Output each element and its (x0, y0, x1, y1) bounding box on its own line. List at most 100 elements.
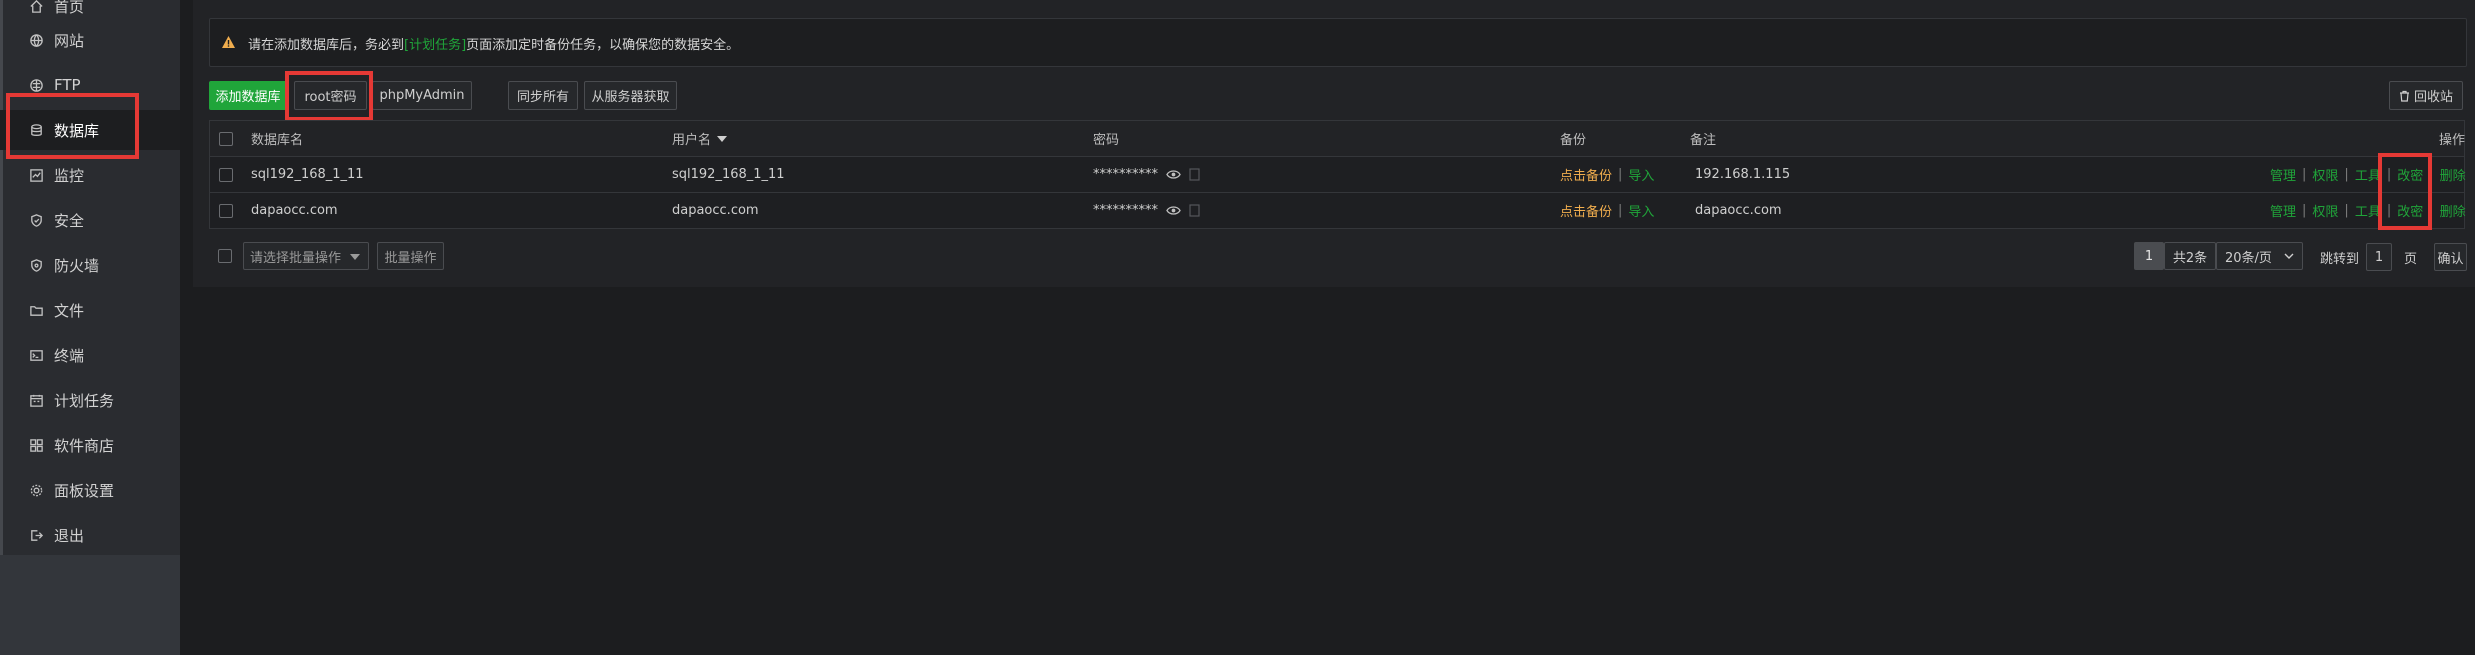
separator: | (2302, 203, 2307, 218)
warning-icon (221, 35, 236, 53)
sidebar-item-security[interactable]: 安全 (0, 200, 180, 240)
recycle-bin-label: 回收站 (2413, 90, 2453, 105)
db-name-cell[interactable]: dapaocc.com (251, 193, 338, 228)
username-cell: sql192_168_1_11 (672, 167, 785, 182)
password-cell: ********** (1093, 193, 1200, 228)
password-masked: ********** (1093, 203, 1158, 218)
sidebar-item-label: FTP (54, 76, 81, 94)
header-username[interactable]: 用户名 (672, 121, 728, 156)
change-password-link[interactable]: 改密 (2397, 201, 2423, 220)
delete-link[interactable]: 删除 (2440, 201, 2466, 220)
manage-link[interactable]: 管理 (2270, 165, 2296, 184)
root-password-button[interactable]: root密码 (294, 81, 367, 110)
monitor-icon (28, 167, 44, 183)
password-cell: ********** (1093, 157, 1200, 192)
home-icon (28, 0, 44, 14)
jump-confirm-button[interactable]: 确认 (2434, 243, 2467, 271)
sidebar-item-label: 数据库 (54, 121, 100, 140)
header-note: 备注 (1690, 133, 1717, 148)
sidebar-item-settings[interactable]: 面板设置 (0, 470, 180, 510)
manage-link[interactable]: 管理 (2270, 201, 2296, 220)
permission-link[interactable]: 权限 (2312, 165, 2338, 184)
sidebar-item-app-store[interactable]: 软件商店 (0, 425, 180, 465)
import-link[interactable]: 导入 (1628, 201, 1654, 220)
eye-icon[interactable] (1166, 203, 1181, 218)
table-row: sql192_168_1_11 sql192_168_1_11 ********… (209, 156, 2466, 193)
sidebar-item-websites[interactable]: 网站 (0, 20, 180, 60)
phpmyadmin-button[interactable]: phpMyAdmin (372, 81, 472, 110)
cron-task-link[interactable]: [计划任务] (404, 38, 466, 53)
recycle-bin-button[interactable]: 回收站 (2389, 81, 2463, 110)
eye-icon[interactable] (1166, 167, 1181, 182)
sidebar-item-database[interactable]: 数据库 (0, 110, 180, 150)
logout-icon (28, 527, 44, 543)
note-cell[interactable]: dapaocc.com (1695, 193, 1782, 228)
tools-link[interactable]: 工具 (2355, 201, 2381, 220)
header-ops: 操作 (2439, 133, 2466, 148)
chevron-down-icon (2284, 252, 2294, 260)
sidebar-item-label: 计划任务 (54, 391, 115, 410)
batch-operation-button[interactable]: 批量操作 (377, 242, 444, 270)
backup-link[interactable]: 点击备份 (1560, 165, 1612, 184)
folder-icon (28, 302, 44, 318)
import-link[interactable]: 导入 (1628, 165, 1654, 184)
row-checkbox[interactable] (219, 204, 233, 218)
sidebar-item-label: 首页 (54, 0, 85, 16)
app-store-icon (28, 437, 44, 453)
password-masked: ********** (1093, 167, 1158, 182)
sidebar-item-label: 监控 (54, 166, 85, 185)
change-password-link[interactable]: 改密 (2397, 165, 2423, 184)
separator: | (2386, 203, 2392, 218)
database-icon (28, 122, 44, 138)
caret-down-icon (350, 254, 360, 260)
separator: | (2429, 167, 2434, 182)
sidebar-item-firewall[interactable]: 防火墙 (0, 245, 180, 285)
delete-link[interactable]: 删除 (2440, 165, 2466, 184)
add-database-button[interactable]: 添加数据库 (209, 81, 287, 110)
sidebar-item-label: 退出 (54, 526, 85, 545)
db-name-cell[interactable]: sql192_168_1_11 (251, 157, 364, 192)
table-header: 数据库名 用户名 密码 备份 备注 操作 (209, 120, 2465, 156)
notice-text-before: 请在添加数据库后，务必到 (248, 38, 405, 53)
select-all-checkbox[interactable] (219, 132, 233, 146)
sync-all-button[interactable]: 同步所有 (508, 81, 578, 110)
sidebar-item-label: 文件 (54, 301, 85, 320)
globe-icon (28, 32, 44, 48)
sort-down-icon (717, 135, 728, 142)
copy-icon[interactable] (1189, 168, 1200, 181)
sidebar: 首页 网站 FTP 数据库 监控 安全 防火墙 文件 终端 计划任务 软件商店 (0, 0, 180, 655)
sidebar-item-ftp[interactable]: FTP (0, 65, 180, 105)
ftp-icon (28, 77, 44, 93)
backup-cell: 点击备份 | 导入 (1560, 193, 1654, 228)
jump-page-input[interactable]: 1 (2366, 243, 2392, 271)
gear-icon (28, 482, 44, 498)
notice-text-after: 页面添加定时备份任务，以确保您的数据安全。 (466, 38, 740, 53)
notice-text: 请在添加数据库后，务必到[计划任务]页面添加定时备份任务，以确保您的数据安全。 (248, 34, 739, 53)
total-count: 共2条 (2164, 242, 2216, 270)
batch-operation-select[interactable]: 请选择批量操作 (243, 242, 369, 270)
sidebar-item-files[interactable]: 文件 (0, 290, 180, 330)
batch-operation-placeholder: 请选择批量操作 (250, 250, 342, 266)
per-page-select[interactable]: 20条/页 (2216, 242, 2303, 270)
permission-link[interactable]: 权限 (2312, 201, 2338, 220)
footer-select-all-checkbox[interactable] (218, 249, 232, 263)
fetch-from-server-button[interactable]: 从服务器获取 (584, 81, 677, 110)
row-checkbox[interactable] (219, 168, 233, 182)
tools-link[interactable]: 工具 (2355, 165, 2381, 184)
sidebar-item-label: 安全 (54, 211, 85, 230)
notice-banner: 请在添加数据库后，务必到[计划任务]页面添加定时备份任务，以确保您的数据安全。 (209, 18, 2467, 67)
sidebar-item-logout[interactable]: 退出 (0, 515, 180, 555)
terminal-icon (28, 347, 44, 363)
sidebar-item-terminal[interactable]: 终端 (0, 335, 180, 375)
page-1-button[interactable]: 1 (2134, 242, 2164, 270)
backup-link[interactable]: 点击备份 (1560, 201, 1612, 220)
sidebar-item-monitor[interactable]: 监控 (0, 155, 180, 195)
sidebar-item-cron[interactable]: 计划任务 (0, 380, 180, 420)
header-backup: 备份 (1560, 133, 1587, 148)
note-cell[interactable]: 192.168.1.115 (1695, 157, 1790, 192)
separator: | (2344, 167, 2349, 182)
separator: | (2429, 203, 2434, 218)
header-password: 密码 (1093, 133, 1120, 148)
backup-cell: 点击备份 | 导入 (1560, 157, 1654, 192)
copy-icon[interactable] (1189, 204, 1200, 217)
